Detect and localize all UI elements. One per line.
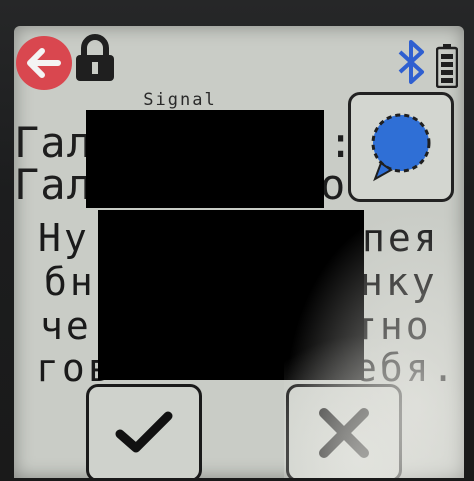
message-line-2-start: бн [44,260,96,304]
device-screen: Signal Гал : Гал о Ну пея бн нку че тно … [14,26,464,478]
redaction-block-message [98,210,364,380]
reject-button[interactable] [286,384,402,478]
contact-avatar [348,92,454,202]
title-line-2-start: Гал [14,160,93,209]
checkmark-icon [115,411,173,453]
conversation-title-line-2: Гал о [14,164,345,206]
signal-chat-icon [371,113,431,182]
conversation-title-line-1: Гал : [14,122,353,164]
message-line-3-start: че [40,304,92,348]
bluetooth-icon [398,40,424,84]
app-name-label: Signal [143,90,217,110]
arrow-left-icon [27,48,61,78]
message-line-1-end: пея [362,216,440,260]
accept-button[interactable] [86,384,202,478]
message-line-1-start: Ну [38,216,90,260]
battery-icon [436,44,458,88]
back-button[interactable] [16,36,72,90]
lock-icon [76,34,114,81]
message-line-4-end: ебя... [354,346,464,390]
message-line-3-end: тно [354,304,432,348]
message-line-2-end: нку [360,260,438,304]
close-icon [319,408,369,458]
redaction-block-title [86,110,324,208]
